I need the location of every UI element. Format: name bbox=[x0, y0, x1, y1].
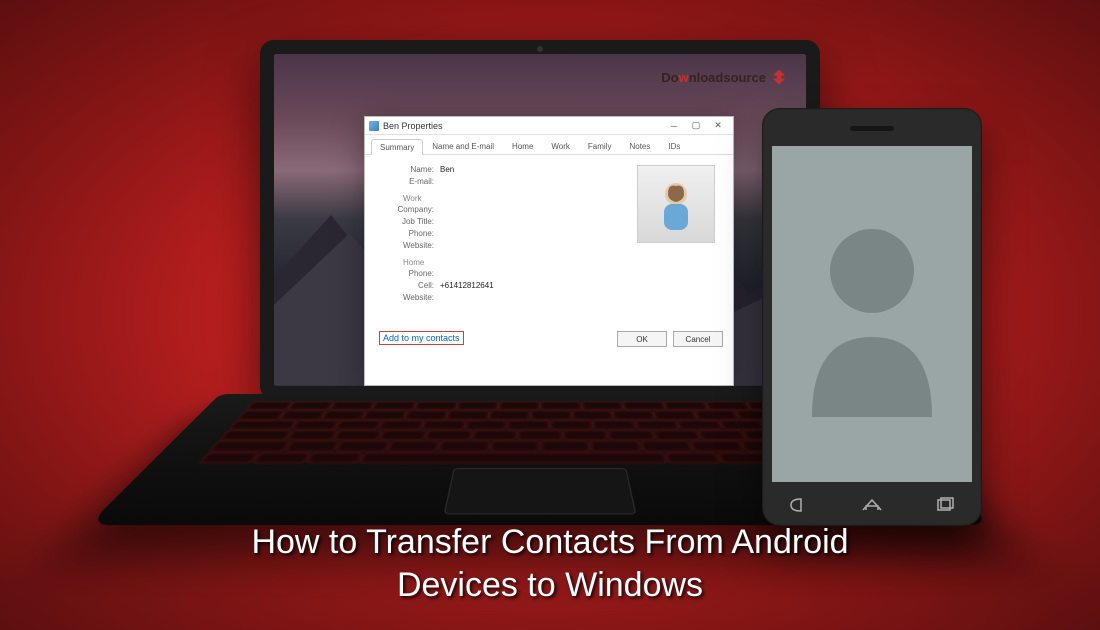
name-label: Name: bbox=[379, 165, 434, 174]
tab-ids[interactable]: IDs bbox=[659, 138, 689, 154]
name-value: Ben bbox=[440, 165, 454, 174]
touchpad bbox=[443, 468, 636, 514]
ok-button[interactable]: OK bbox=[617, 331, 667, 347]
email-label: E-mail: bbox=[379, 177, 434, 186]
cell-value: +61412812641 bbox=[440, 281, 494, 290]
tab-work[interactable]: Work bbox=[542, 138, 579, 154]
tab-notes[interactable]: Notes bbox=[620, 138, 659, 154]
android-phone bbox=[762, 108, 982, 526]
minimize-button[interactable]: ─ bbox=[663, 119, 685, 133]
contact-icon bbox=[369, 121, 379, 131]
back-button[interactable] bbox=[785, 496, 813, 514]
phone-screen bbox=[772, 146, 972, 482]
cell-label: Cell: bbox=[379, 281, 434, 290]
home-section: Home bbox=[403, 258, 719, 267]
company-label: Company: bbox=[379, 205, 434, 214]
home-phone-label: Phone: bbox=[379, 269, 434, 278]
dialog-tabs: Summary Name and E-mail Home Work Family… bbox=[365, 135, 733, 155]
tab-summary[interactable]: Summary bbox=[371, 139, 423, 155]
phone-label: Phone: bbox=[379, 229, 434, 238]
phone-speaker bbox=[850, 126, 894, 131]
add-to-contacts-link[interactable]: Add to my contacts bbox=[379, 331, 464, 345]
tab-family[interactable]: Family bbox=[579, 138, 621, 154]
android-nav-bar bbox=[762, 496, 982, 514]
webcam-icon bbox=[537, 46, 543, 52]
website-label: Website: bbox=[379, 241, 434, 250]
laptop-screen: Downloadsource Ben Properties ─ ▢ ✕ Summ… bbox=[260, 40, 820, 400]
home-button[interactable] bbox=[858, 496, 886, 514]
contact-properties-dialog: Ben Properties ─ ▢ ✕ Summary Name and E-… bbox=[364, 116, 734, 386]
contact-silhouette-icon bbox=[792, 207, 952, 422]
cancel-button[interactable]: Cancel bbox=[673, 331, 723, 347]
dialog-titlebar: Ben Properties ─ ▢ ✕ bbox=[365, 117, 733, 135]
tab-home[interactable]: Home bbox=[503, 138, 542, 154]
recent-apps-button[interactable] bbox=[931, 496, 959, 514]
home-website-label: Website: bbox=[379, 293, 434, 302]
maximize-button[interactable]: ▢ bbox=[685, 119, 707, 133]
brand-watermark: Downloadsource bbox=[661, 68, 788, 86]
desktop-wallpaper: Downloadsource Ben Properties ─ ▢ ✕ Summ… bbox=[274, 54, 806, 386]
brand-text: Downloadsource bbox=[661, 70, 766, 85]
article-title: How to Transfer Contacts From Android De… bbox=[0, 521, 1100, 608]
close-button[interactable]: ✕ bbox=[707, 119, 729, 133]
title-line-1: How to Transfer Contacts From Android bbox=[0, 521, 1100, 565]
dialog-body: Name:Ben E-mail: Work Company: Job Title… bbox=[365, 155, 733, 355]
tab-name-email[interactable]: Name and E-mail bbox=[423, 138, 503, 154]
dialog-footer: OK Cancel bbox=[617, 331, 723, 347]
jobtitle-label: Job Title: bbox=[379, 217, 434, 226]
dialog-title: Ben Properties bbox=[383, 121, 663, 131]
title-line-2: Devices to Windows bbox=[0, 564, 1100, 608]
contact-photo bbox=[637, 165, 715, 243]
stage: Downloadsource Ben Properties ─ ▢ ✕ Summ… bbox=[0, 0, 1100, 630]
brand-logo-icon bbox=[770, 68, 788, 86]
